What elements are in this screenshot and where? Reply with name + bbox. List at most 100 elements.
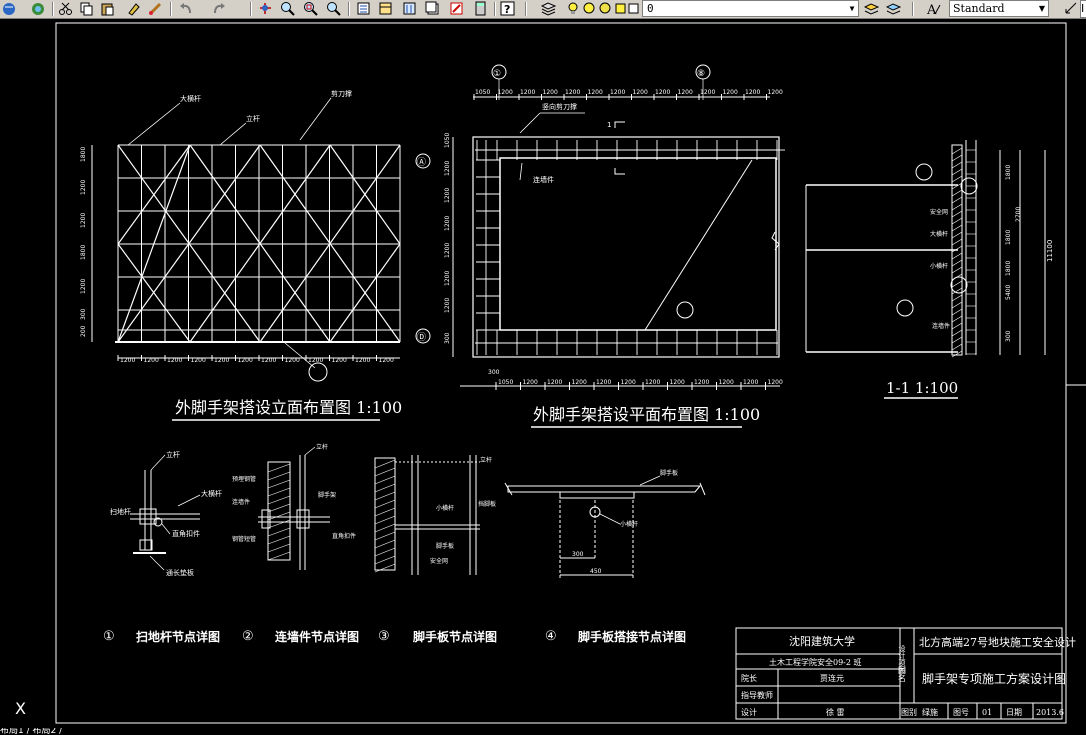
d1-note-pad: 通长垫板	[166, 568, 194, 577]
plan-bottom-dim: 1200	[621, 379, 636, 386]
plan-left-dim: 1050	[444, 133, 451, 148]
globe-icon[interactable]	[31, 1, 46, 16]
section-title: 1-1 1:100	[886, 379, 958, 397]
zoom-window-icon[interactable]	[303, 1, 318, 16]
detail-2-caption: 连墙件节点详图	[275, 629, 359, 644]
brush-icon[interactable]	[148, 1, 163, 16]
d2-note-scaffold: 脚手架	[318, 491, 336, 499]
text-style-icon[interactable]: A	[926, 1, 941, 16]
chevron-down-icon: ▼	[1038, 4, 1046, 13]
plan-bottom-first-dim: 300	[488, 369, 500, 376]
zoom-previous-icon[interactable]	[326, 1, 341, 16]
layer-previous-icon[interactable]	[886, 1, 901, 16]
detail-4-num: ④	[545, 629, 557, 644]
plan-note-bracing: 竖向剪刀撑	[542, 102, 577, 111]
cad-toolbar: ? 0 ▼ A Standard ▼ I	[0, 0, 1086, 19]
plan-top-dim: 1200	[768, 89, 783, 96]
d4-note-plank: 脚手板	[660, 469, 678, 477]
plan-top-dim: 1200	[678, 89, 693, 96]
d1-note-ledger: 大横杆	[201, 489, 222, 498]
elev-note-bracing: 剪刀撑	[331, 89, 352, 98]
3d-orbit-icon[interactable]	[2, 1, 17, 16]
sec-right-dim: 1800	[1005, 230, 1012, 245]
d3-note-standard: 立杆	[480, 456, 492, 464]
sheet-set-icon[interactable]	[425, 1, 440, 16]
elev-left-dim: 1200	[80, 180, 87, 195]
plan-top-dim: 1200	[745, 89, 760, 96]
plan-bottom-dim: 1200	[719, 379, 734, 386]
elev-bottom-dim: 1200	[238, 357, 253, 364]
elev-left-dim: 1200	[80, 213, 87, 228]
plan-bottom-dim: 1200	[596, 379, 611, 386]
plan-bottom-dim: 1200	[523, 379, 538, 386]
tb-row-label-2: 图号	[953, 708, 969, 717]
plan-bottom-dim: 1200	[694, 379, 709, 386]
plan-bottom-dim: 1050	[498, 379, 513, 386]
d2-note-short-tube: 钢管短管	[232, 535, 256, 543]
redo-icon[interactable]	[212, 1, 227, 16]
plan-top-dim: 1200	[633, 89, 648, 96]
drawing-canvas[interactable]: 1800 1200 1200 1800 1200 300 200 1200 1200 1200 12…	[0, 18, 1086, 730]
elev-bottom-dim: 1200	[191, 357, 206, 364]
detail-1: 立杆 大横杆 扫地杆 直角扣件 通长垫板	[110, 450, 222, 577]
sec-right-dim: 5400	[1005, 285, 1012, 300]
detail-3-num: ③	[378, 629, 390, 644]
detail-2: 立杆 预埋钢管 连墙件 脚手架 钢管短管 直角扣件	[232, 443, 356, 570]
d2-note-standard: 立杆	[316, 443, 328, 451]
elev-bottom-dim: 1200	[120, 357, 135, 364]
design-center-icon[interactable]	[378, 1, 393, 16]
plan-top-dim: 1200	[543, 89, 558, 96]
elev-note-ledger: 大横杆	[180, 94, 201, 103]
match-properties-icon[interactable]	[126, 1, 141, 16]
make-current-layer-icon[interactable]	[864, 1, 879, 16]
calculator-icon[interactable]	[473, 1, 488, 16]
elev-left-dim: 300	[80, 308, 87, 320]
sec-right-dim: 1800	[1005, 165, 1012, 180]
plan-left-dim: 1200	[444, 188, 451, 203]
sec-note-net: 安全网	[930, 208, 948, 216]
layout-tabs[interactable]: 布局1 / 布局2 /	[0, 728, 200, 735]
d4-dim-450: 450	[590, 568, 602, 575]
plan-top-dim: 1200	[498, 89, 513, 96]
tb-role-advisor: 指导教师	[741, 690, 773, 700]
undo-icon[interactable]	[178, 1, 193, 16]
sec-note-transom: 小横杆	[930, 262, 948, 270]
copy-icon[interactable]	[79, 1, 94, 16]
plan-bottom-dim: 1200	[572, 379, 587, 386]
pan-icon[interactable]	[258, 1, 273, 16]
plan-top-dim: 1200	[588, 89, 603, 96]
cut-icon[interactable]	[58, 1, 73, 16]
plan-bottom-dim: 1200	[547, 379, 562, 386]
dimension-style-icon[interactable]	[1064, 1, 1079, 16]
elev-bottom-dim: 1200	[355, 357, 370, 364]
tool-palettes-icon[interactable]	[402, 1, 417, 16]
elev-left-dim: 1800	[80, 245, 87, 260]
plan-axis-1: ①	[493, 69, 501, 79]
tb-project: 北方高端27号地块施工安全设计	[919, 635, 1076, 649]
layer-dropdown[interactable]: 0 ▼	[642, 0, 859, 17]
light-bulb-icon[interactable]	[566, 1, 581, 16]
elev-note-standard: 立杆	[246, 114, 260, 123]
tb-drawing-label: 图名	[898, 666, 907, 683]
plan-bottom-dim: 1200	[645, 379, 660, 386]
ucs-icon: X	[15, 699, 26, 718]
sun-icon[interactable]	[582, 1, 597, 16]
section-view: 大横杆 小横杆 连墙件 安全网 1800 1800 1800 5400 300 2700 1…	[771, 140, 1054, 399]
properties-icon[interactable]	[356, 1, 371, 16]
elev-bottom-dim: 1200	[214, 357, 229, 364]
d4-note-transom: 小横杆	[620, 520, 638, 528]
layer-color-icon[interactable]	[627, 1, 642, 16]
elev-bottom-dim: 1200	[167, 357, 182, 364]
lock-icon[interactable]	[598, 1, 613, 16]
text-style-dropdown[interactable]: Standard ▼	[949, 0, 1049, 17]
tb-student-name: 徐 雷	[826, 707, 845, 717]
layers-icon[interactable]	[541, 1, 556, 16]
plan-top-dim: 1200	[723, 89, 738, 96]
help-icon[interactable]: ?	[500, 1, 515, 16]
paste-icon[interactable]	[100, 1, 115, 16]
markup-icon[interactable]	[449, 1, 464, 16]
cut-off-dropdown[interactable]: I	[1080, 0, 1086, 18]
elev-left-dim: 200	[80, 325, 87, 337]
zoom-realtime-icon[interactable]	[280, 1, 295, 16]
tb-row-label-1: 绿施	[922, 707, 938, 717]
